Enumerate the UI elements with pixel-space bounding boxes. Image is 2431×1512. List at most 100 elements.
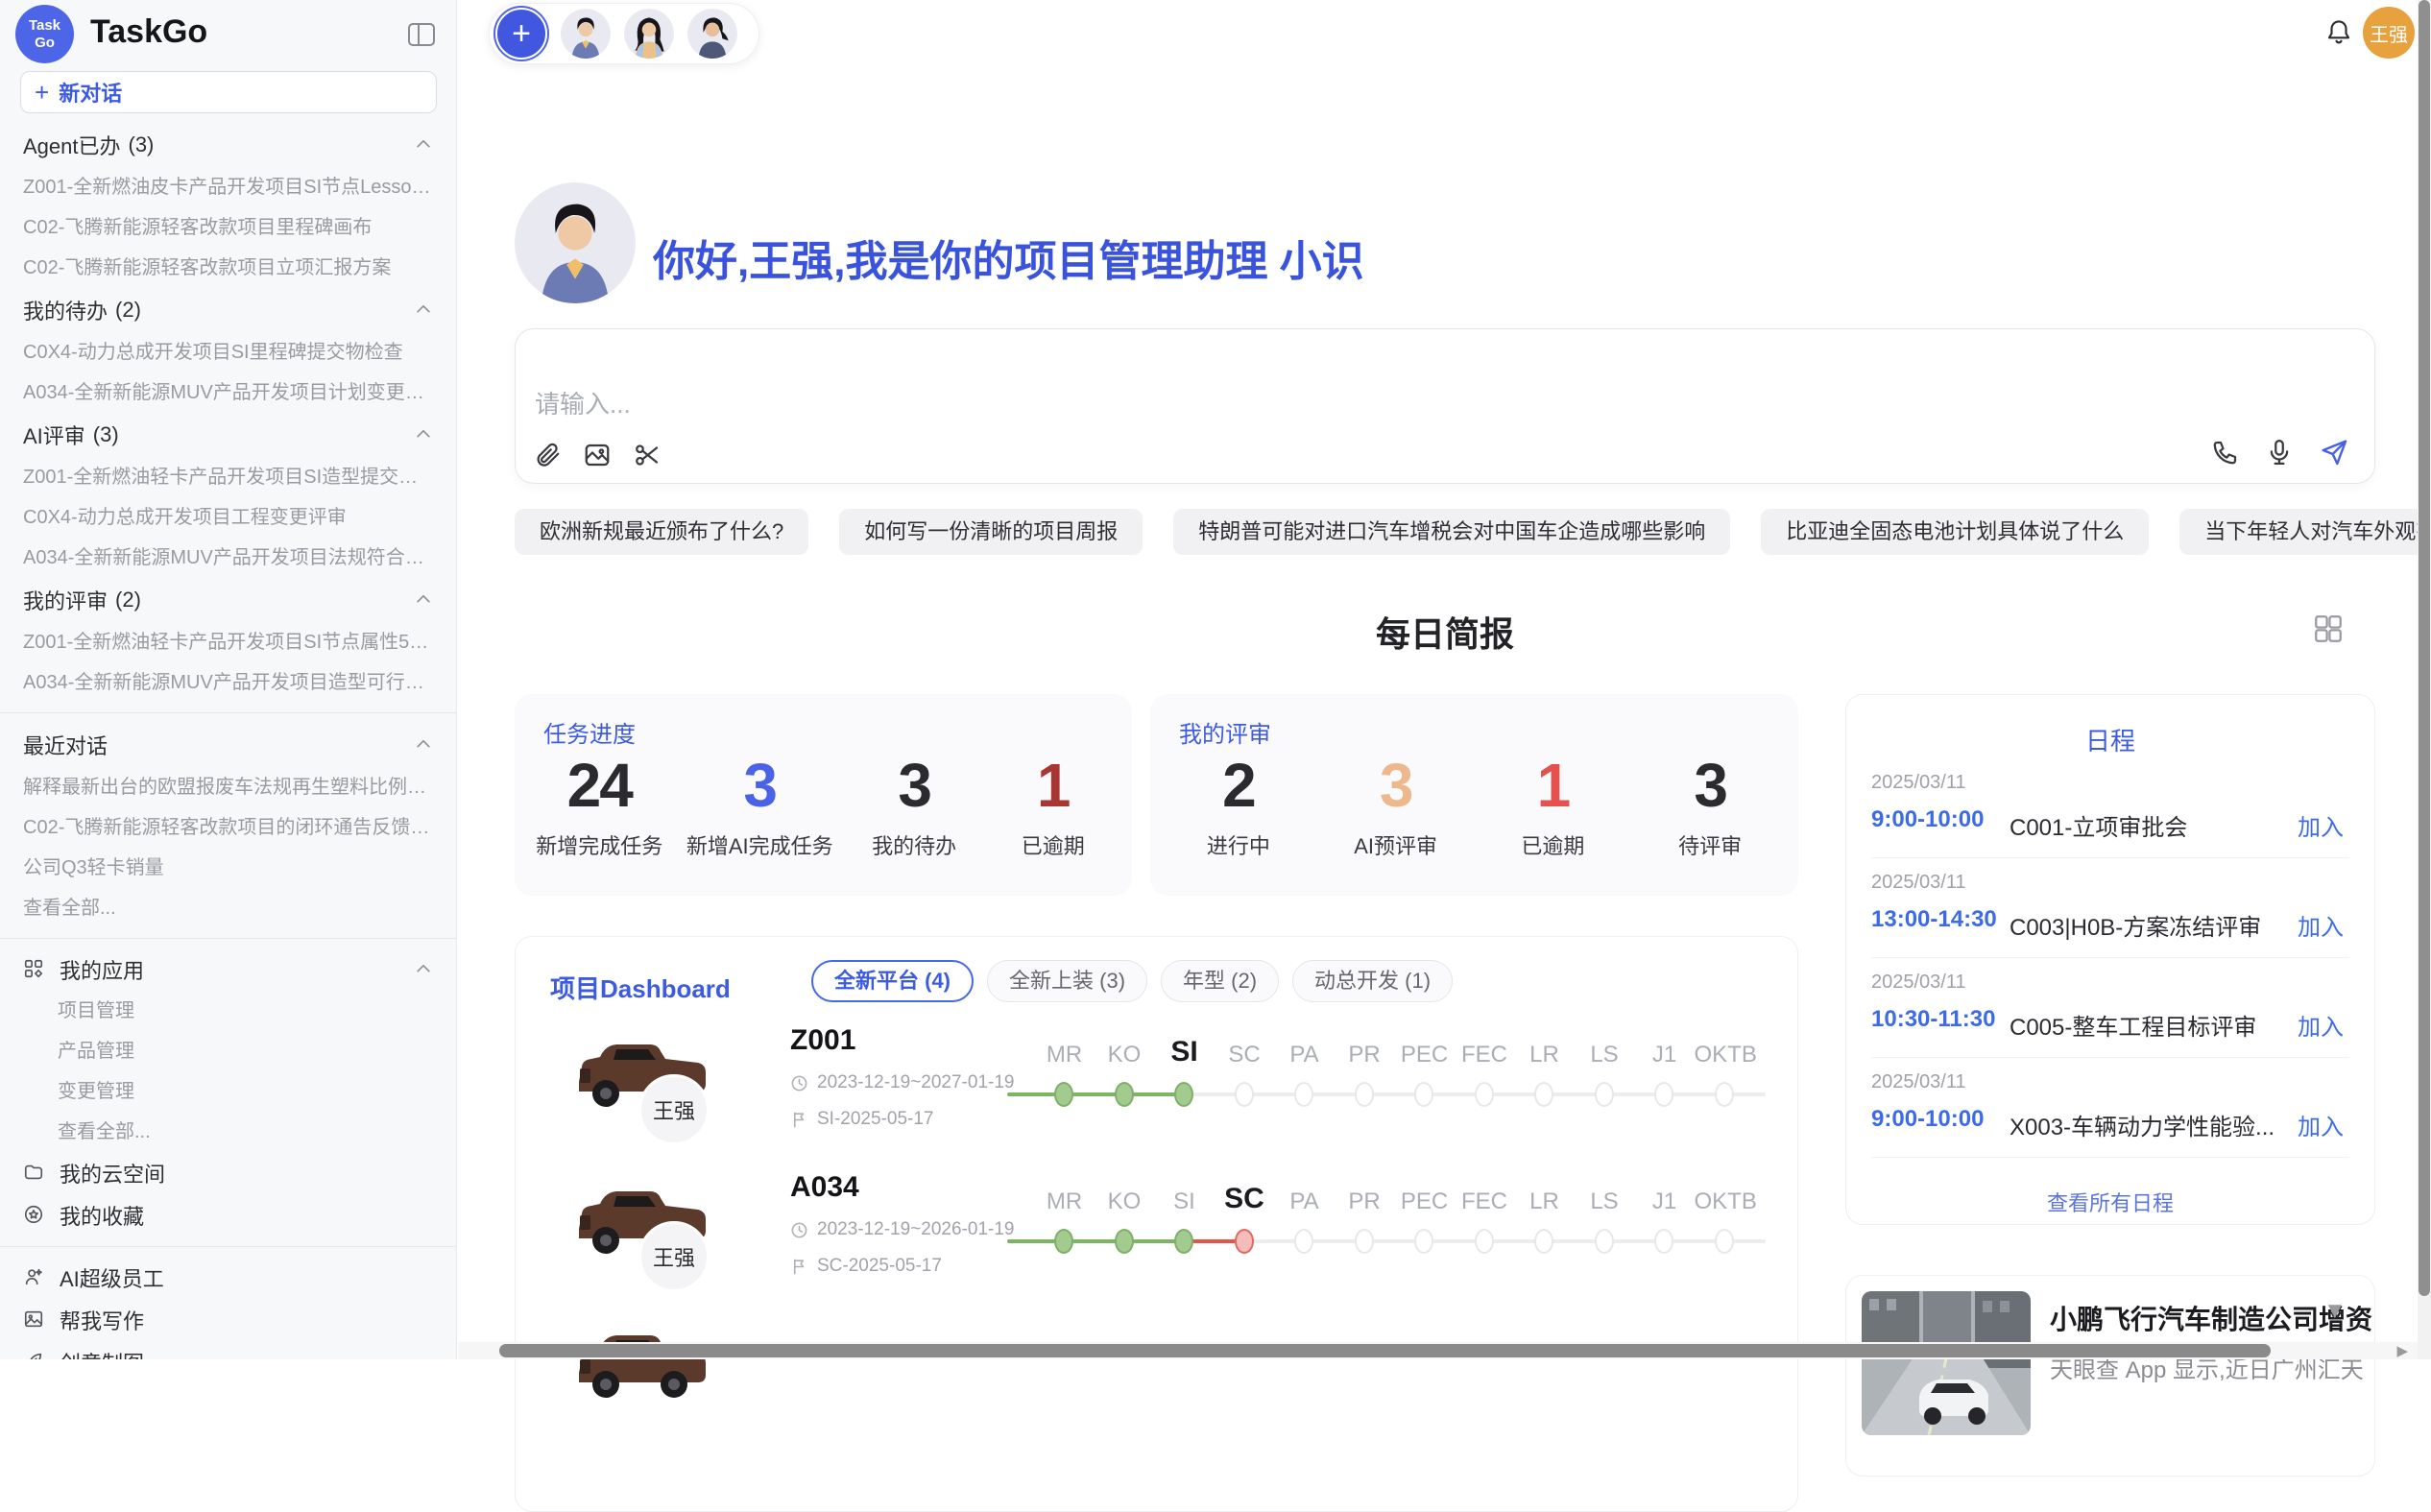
sidebar-task-item[interactable]: A034-全新新能源MUV产品开发项目造型可行性评审 (0, 662, 456, 703)
project-row[interactable]: 王强 A034 2023-12-19~2026-01-19 SC-2025-05… (516, 1165, 1797, 1319)
view-all-schedule-link[interactable]: 查看所有日程 (1846, 1187, 2374, 1217)
dashboard-filter-pill[interactable]: 全新平台 (4) (811, 960, 974, 1002)
sidebar-task-item[interactable]: C02-飞腾新能源轻客改款项目里程碑画布 (0, 207, 456, 248)
agent-switcher: + (489, 3, 759, 64)
milestone-dot (1174, 1082, 1193, 1107)
app-item[interactable]: 产品管理 (0, 1031, 456, 1071)
agent-avatar-1[interactable] (561, 9, 611, 59)
event-time: 9:00-10:00 (1871, 806, 1984, 833)
sidebar-task-item[interactable]: A034-全新新能源MUV产品开发项目法规符合性评审 (0, 538, 456, 578)
stat-label: 进行中 (1181, 829, 1296, 860)
suggestion-chip[interactable]: 如何写一份清晰的项目周报 (839, 509, 1143, 555)
stat-card-title: 我的评审 (1179, 715, 1271, 749)
agent-avatar-2[interactable] (624, 9, 674, 59)
scroll-right-icon[interactable]: ▶ (2396, 1342, 2408, 1359)
milestone-dot (1654, 1229, 1673, 1254)
project-row[interactable] (516, 1309, 1797, 1463)
stat-value: 3 (1338, 754, 1454, 818)
logo-text-top: Task (29, 17, 60, 34)
milestone-label: SI (1154, 1036, 1215, 1068)
sidebar-cloud-folder[interactable]: 我的云空间 (0, 1152, 456, 1194)
project-row[interactable]: 王强 Z001 2023-12-19~2027-01-19 SI-2025-05… (516, 1019, 1797, 1172)
suggestion-chip[interactable]: 特朗普可能对进口汽车增税会对中国车企造成哪些影响 (1173, 509, 1730, 555)
screenshot-scissors-icon[interactable] (633, 441, 662, 469)
project-car-image (566, 1313, 711, 1415)
milestone-label: PR (1335, 1042, 1395, 1068)
new-chat-button[interactable]: + 新对话 (20, 71, 437, 113)
sidebar-task-item[interactable]: Z001-全新燃油皮卡产品开发项目SI节点Lesson Learn报告 (0, 167, 456, 207)
chevron-up-icon (414, 590, 433, 610)
sidebar-my-apps[interactable]: 我的应用 (0, 948, 456, 991)
notification-bell-icon[interactable] (2324, 17, 2353, 48)
send-icon[interactable] (2319, 437, 2349, 468)
sidebar-section-header-recent[interactable]: 最近对话 (0, 723, 456, 767)
suggestion-chip[interactable]: 欧洲新规最近颁布了什么? (515, 509, 808, 555)
sidebar-task-item[interactable]: C02-飞腾新能源轻客改款项目立项汇报方案 (0, 248, 456, 288)
schedule-event: 2025/03/11 13:00-14:30 C003|H0B-方案冻结评审 加… (1871, 858, 2349, 958)
sidebar-star-badge[interactable]: 我的收藏 (0, 1194, 456, 1236)
vertical-scrollbar-track[interactable] (2418, 0, 2431, 1359)
sidebar-task-item[interactable]: Z001-全新燃油轻卡产品开发项目SI造型提交物评审 (0, 457, 456, 497)
recent-chat-item[interactable]: C02-飞腾新能源轻客改款项目的闭环通告反馈情况 (0, 807, 456, 848)
stat-item: 3 我的待办 (856, 754, 972, 860)
scroll-down-icon[interactable]: ▼ (2323, 1298, 2347, 1325)
sidebar-section-header[interactable]: 我的评审 (2) (0, 578, 456, 622)
dashboard-title: 项目Dashboard (550, 970, 731, 1005)
vertical-scrollbar-thumb[interactable] (2419, 0, 2430, 1296)
stat-item: 3 AI预评审 (1338, 754, 1454, 860)
stat-label: 新增AI完成任务 (686, 829, 833, 860)
sidebar-task-item[interactable]: C0X4-动力总成开发项目SI里程碑提交物检查 (0, 332, 456, 372)
sidebar-collapse-icon[interactable] (408, 23, 435, 46)
microphone-icon[interactable] (2265, 438, 2294, 467)
dashboard-filter-pill[interactable]: 年型 (2) (1161, 960, 1279, 1002)
stat-value: 3 (686, 754, 833, 818)
sidebar-section-header[interactable]: AI评审 (3) (0, 413, 456, 457)
sidebar-section-header[interactable]: 我的待办 (2) (0, 288, 456, 332)
sidebar-tool-feather[interactable]: 创意制图 (0, 1341, 456, 1359)
chevron-up-icon (414, 425, 433, 444)
sidebar-tool-write[interactable]: 帮我写作 (0, 1299, 456, 1341)
horizontal-scrollbar-thumb[interactable] (499, 1344, 2271, 1357)
sidebar-section-header[interactable]: Agent已办 (3) (0, 123, 456, 167)
milestone-dot (1715, 1082, 1734, 1107)
dashboard-filter-pill[interactable]: 动总开发 (1) (1292, 960, 1453, 1002)
milestone-dot (1115, 1082, 1134, 1107)
voice-call-icon[interactable] (2211, 438, 2240, 467)
user-avatar[interactable]: 王强 (2363, 7, 2415, 59)
recent-view-all-link[interactable]: 查看全部... (0, 888, 456, 928)
milestone-dot (1355, 1082, 1374, 1107)
event-join-link[interactable]: 加入 (2298, 808, 2344, 842)
event-join-link[interactable]: 加入 (2298, 1008, 2344, 1042)
app-item[interactable]: 项目管理 (0, 991, 456, 1031)
sidebar-task-item[interactable]: C0X4-动力总成开发项目工程变更评审 (0, 497, 456, 538)
recent-chat-item[interactable]: 解释最新出台的欧盟报废车法规再生塑料比例被调至15%... (0, 767, 456, 807)
chat-input[interactable] (533, 383, 1977, 433)
recent-chat-item[interactable]: 公司Q3轻卡销量 (0, 848, 456, 888)
news-card[interactable]: 小鹏飞行汽车制造公司增资 天眼查 App 显示,近日广州汇天飞行汽 (1845, 1275, 2375, 1476)
image-upload-icon[interactable] (583, 441, 612, 469)
event-join-link[interactable]: 加入 (2298, 908, 2344, 942)
sidebar-task-item[interactable]: A034-全新新能源MUV产品开发项目计划变更表编写 (0, 372, 456, 413)
add-agent-button[interactable]: + (495, 8, 547, 60)
agent-avatar-3[interactable] (687, 9, 737, 59)
layout-grid-icon[interactable] (2312, 612, 2345, 645)
dashboard-filter-pill[interactable]: 全新上装 (3) (987, 960, 1147, 1002)
suggestion-chip[interactable]: 当下年轻人对汽车外观有怎样的喜好趋势 (2179, 509, 2431, 555)
schedule-title: 日程 (1846, 722, 2374, 757)
divider (0, 712, 456, 713)
logo-text-bottom: Go (35, 35, 55, 51)
section-title: 最近对话 (23, 730, 108, 760)
milestone-dot (1294, 1229, 1313, 1254)
apps-view-all-link[interactable]: 查看全部... (0, 1112, 456, 1152)
horizontal-scrollbar-track[interactable]: ▶ (458, 1342, 2418, 1359)
news-image (1862, 1291, 2031, 1435)
stat-item: 2 进行中 (1181, 754, 1296, 860)
attachment-icon[interactable] (533, 441, 562, 469)
suggestion-chip[interactable]: 比亚迪全固态电池计划具体说了什么 (1761, 509, 2149, 555)
app-item[interactable]: 变更管理 (0, 1071, 456, 1112)
sidebar-tool-ai-staff[interactable]: AI超级员工 (0, 1257, 456, 1299)
milestone-dot (1054, 1082, 1073, 1107)
event-join-link[interactable]: 加入 (2298, 1108, 2344, 1141)
section-count: (3) (93, 422, 119, 447)
sidebar-task-item[interactable]: Z001-全新燃油轻卡产品开发项目SI节点属性5D文件评审 (0, 622, 456, 662)
